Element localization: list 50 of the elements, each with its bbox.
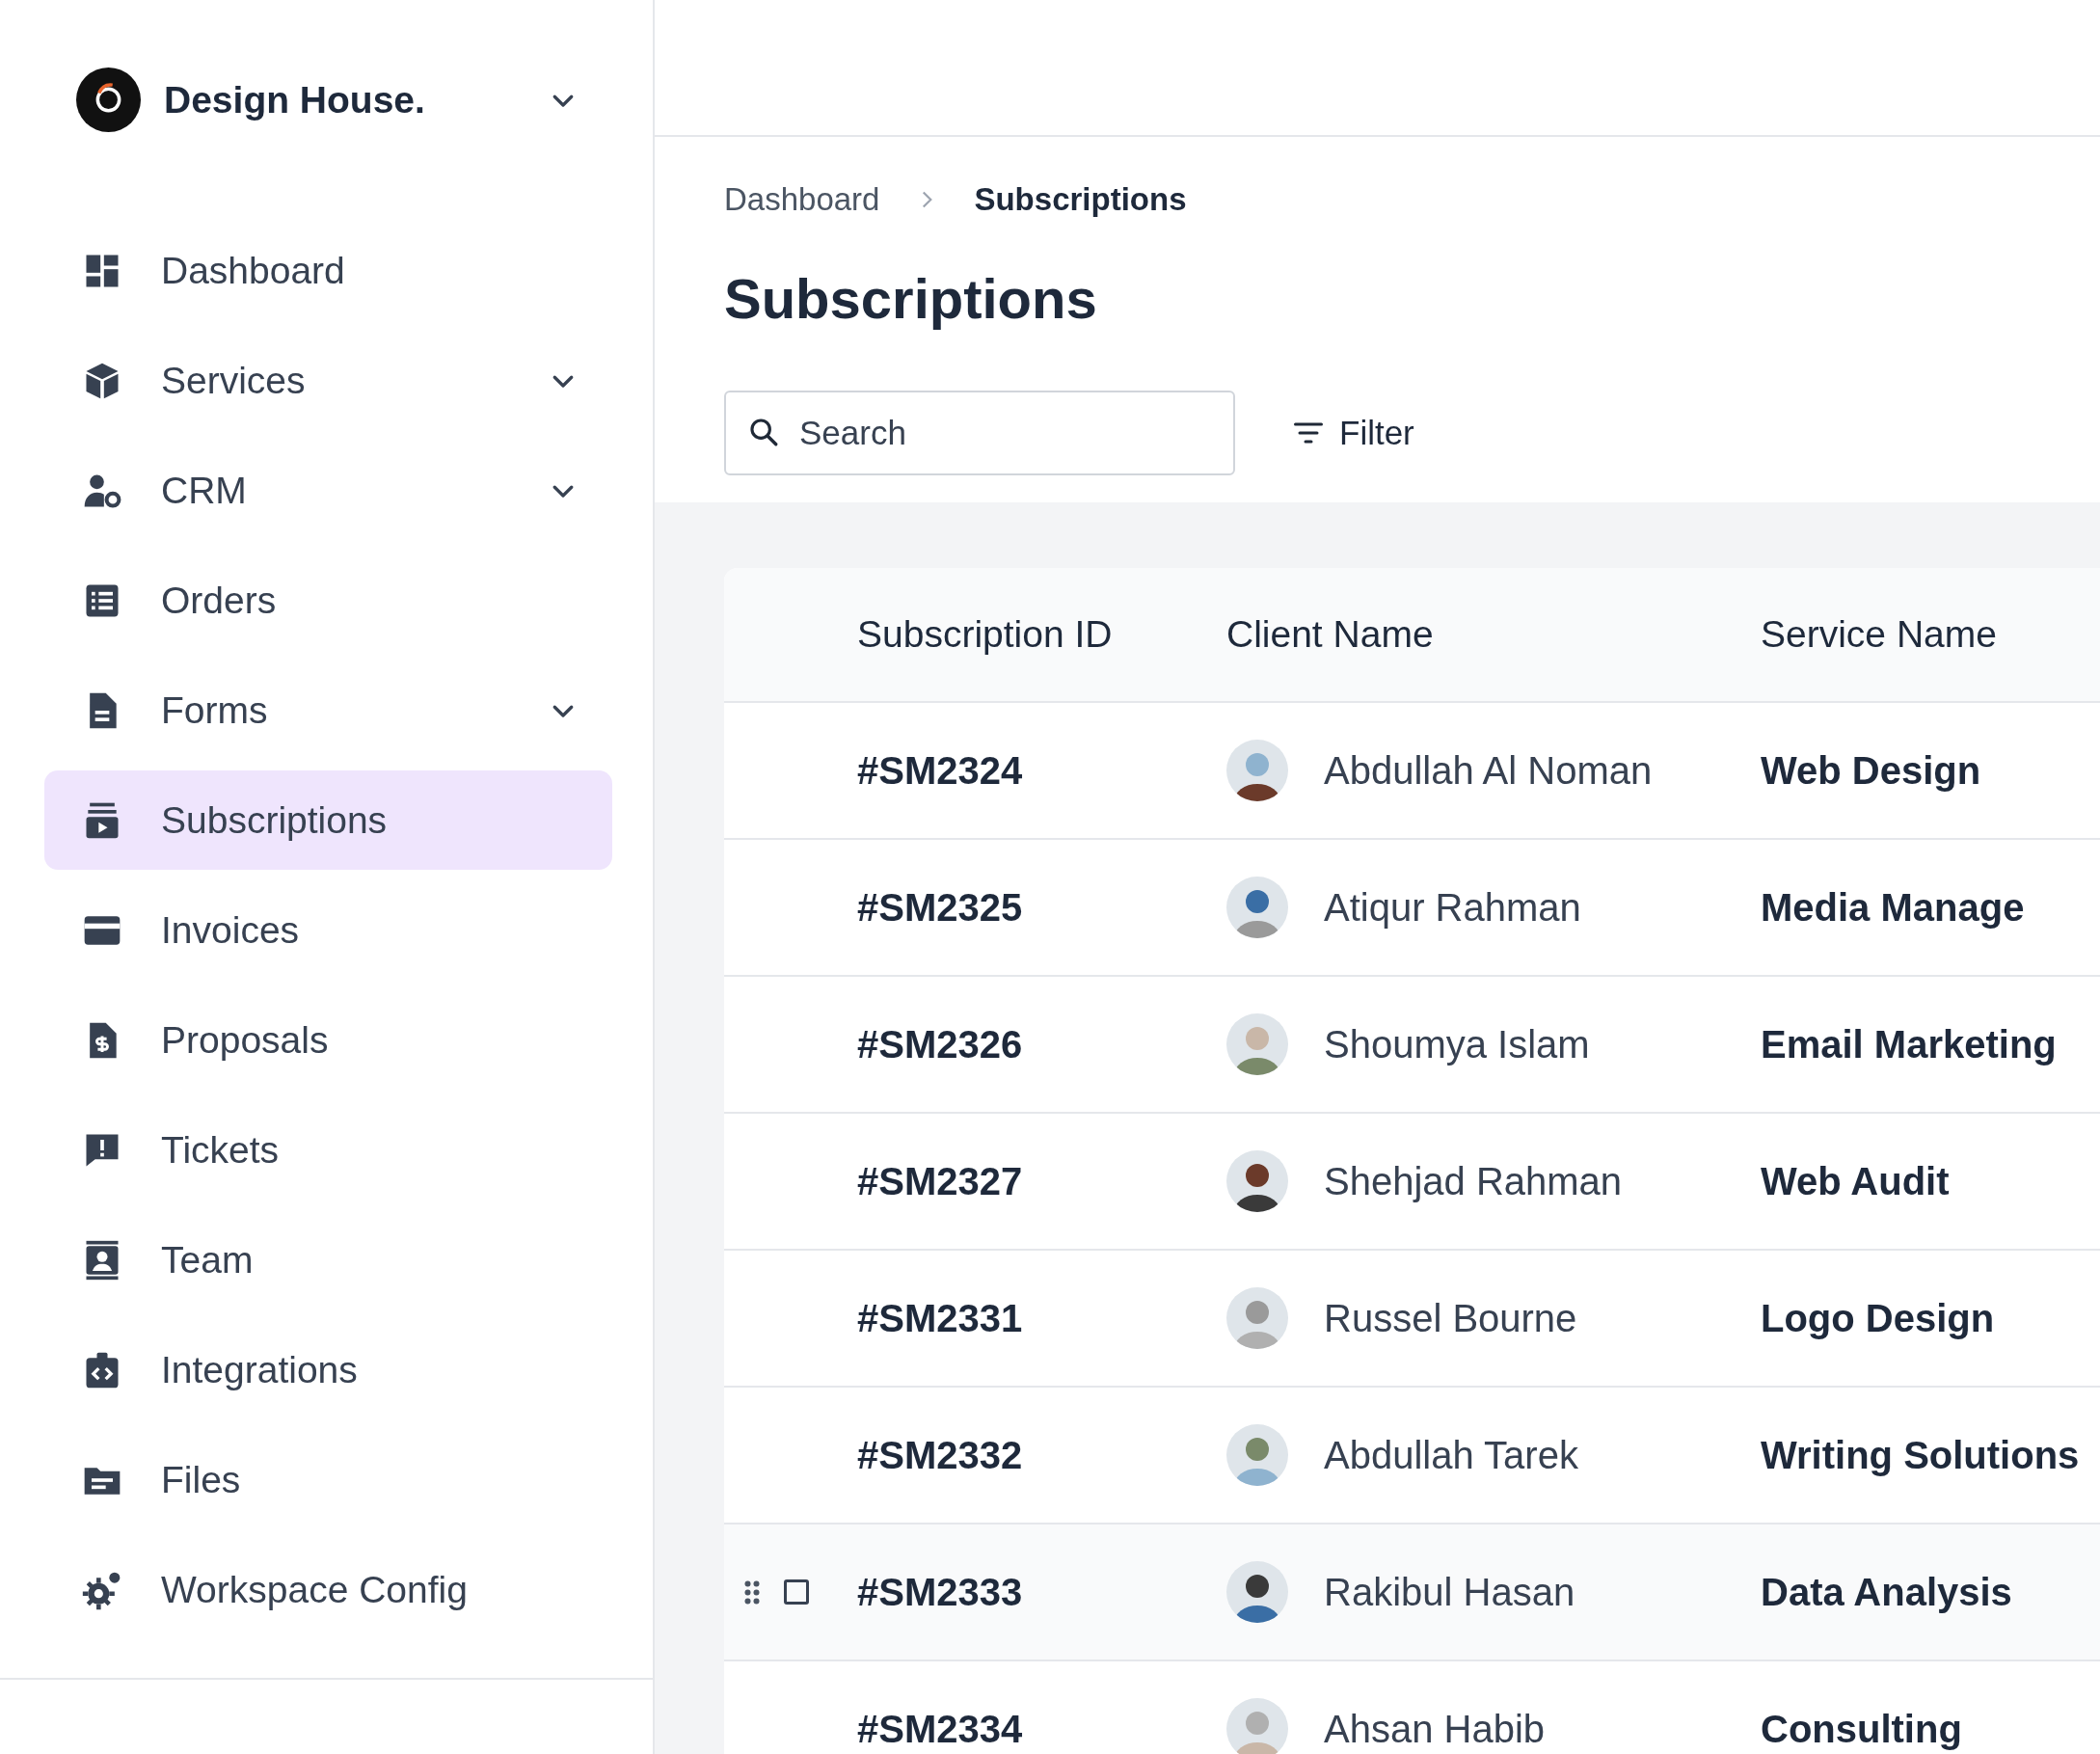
nav-item[interactable]: Workspace Config <box>44 1540 612 1639</box>
nav-item[interactable]: Team <box>44 1210 612 1309</box>
nav-item[interactable]: Services <box>44 331 612 430</box>
logo-icon <box>76 67 141 132</box>
nav-item[interactable]: Subscriptions <box>44 770 612 870</box>
column-header: Subscription ID <box>857 613 1113 655</box>
column-header: Service Name <box>1761 613 1997 655</box>
table-cell: #SM2331 <box>857 1296 1023 1339</box>
page-title: Subscriptions <box>724 266 1098 331</box>
table-cell: Logo Design <box>1761 1296 1995 1339</box>
table-cell: #SM2327 <box>857 1159 1023 1202</box>
table-cell: Atiqur Rahman <box>1324 885 1581 930</box>
table-cell: Abdullah Al Noman <box>1324 748 1653 793</box>
table-cell: Media Manage <box>1761 885 2025 929</box>
nav-item[interactable]: Orders <box>44 551 612 650</box>
table-cell: #SM2333 <box>857 1570 1023 1613</box>
search-field[interactable]: Search <box>724 391 1235 475</box>
nav-item[interactable]: Files <box>44 1430 612 1529</box>
nav-item[interactable]: Tickets <box>44 1100 612 1200</box>
table-cell: Data Analysis <box>1761 1570 2012 1613</box>
column-header: Client Name <box>1226 613 1434 656</box>
nav-item[interactable]: CRM <box>44 441 612 540</box>
table-cell: Russel Bourne <box>1324 1296 1577 1340</box>
nav-item[interactable]: Proposals <box>44 990 612 1090</box>
nav-item[interactable]: Invoices <box>44 880 612 980</box>
nav-item[interactable]: Dashboard <box>44 221 612 320</box>
table-cell: #SM2325 <box>857 885 1023 929</box>
table-cell: Web Design <box>1761 748 1981 792</box>
nav-item[interactable]: Forms <box>44 661 612 760</box>
table-cell: Rakibul Hasan <box>1324 1570 1575 1614</box>
avatar-icon <box>1226 1698 1288 1754</box>
table-cell: Shehjad Rahman <box>1324 1159 1623 1203</box>
table-cell: Web Audit <box>1761 1159 1950 1202</box>
table-cell: Ahsan Habib <box>1324 1707 1546 1751</box>
table-cell: Abdullah Tarek <box>1324 1433 1578 1477</box>
breadcrumb-link[interactable]: Dashboard <box>724 181 880 218</box>
table-cell: #SM2334 <box>857 1707 1023 1750</box>
filter-button[interactable]: Filter <box>1291 414 1414 452</box>
breadcrumb-link[interactable]: Subscriptions <box>974 181 1187 218</box>
table-cell: Consulting <box>1761 1707 1962 1750</box>
table-cell: #SM2324 <box>857 748 1023 792</box>
workspace-name[interactable]: Design House. <box>164 78 525 121</box>
table-cell: Writing Solutions <box>1761 1433 2080 1476</box>
row-checkbox[interactable] <box>784 1579 809 1605</box>
table-cell: Shoumya Islam <box>1324 1022 1590 1066</box>
table-cell: #SM2332 <box>857 1433 1023 1476</box>
table-cell: #SM2326 <box>857 1022 1023 1066</box>
drag-handle-icon[interactable] <box>743 1579 761 1606</box>
nav-item[interactable]: Integrations <box>44 1320 612 1419</box>
table-cell: Email Marketing <box>1761 1022 2057 1066</box>
